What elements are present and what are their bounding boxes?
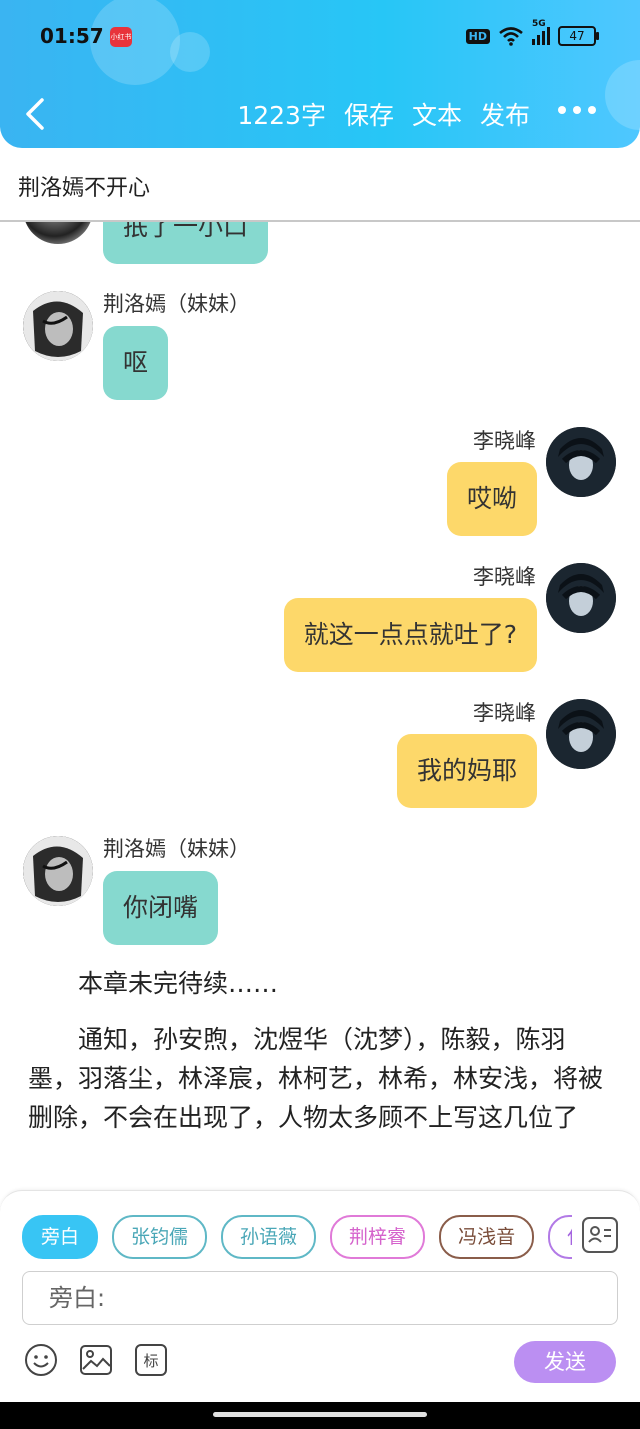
home-indicator[interactable]	[213, 1412, 427, 1417]
role-list-icon[interactable]	[582, 1217, 618, 1253]
emoji-icon[interactable]	[24, 1343, 58, 1377]
signal-label: 5G	[532, 19, 546, 29]
decor-bubble-right	[605, 60, 640, 130]
role-chip[interactable]: 孙语薇	[221, 1215, 317, 1259]
battery-indicator: 47	[558, 26, 599, 46]
status-time: 01:57	[40, 24, 104, 48]
speaker-name: 李晓峰	[473, 565, 536, 589]
chat-bubble[interactable]: 我的妈耶	[396, 734, 537, 808]
speaker-name: 荆洛嫣（妹妹）	[103, 292, 250, 316]
publish-button[interactable]: 发布	[480, 96, 530, 132]
role-selector: 旁白 张钧儒 孙语薇 荆梓睿 冯浅音 任	[22, 1215, 572, 1259]
speaker-name: 李晓峰	[473, 429, 536, 453]
speaker-name: 荆洛嫣（妹妹）	[103, 837, 250, 861]
chat-content[interactable]: 抿了一小口 荆洛嫣（妹妹） 呕 李晓峰 哎呦 李晓峰 就这一点点就吐了? 李晓峰…	[0, 222, 640, 1190]
app-badge-icon: 小红书	[110, 27, 132, 47]
word-count: 1223字	[237, 101, 326, 130]
composer-panel: 旁白 张钧儒 孙语薇 荆梓睿 冯浅音 任 标 发送	[0, 1190, 640, 1403]
role-chip[interactable]: 荆梓睿	[330, 1215, 426, 1259]
role-chip[interactable]: 张钧儒	[112, 1215, 208, 1259]
top-bar: 01:57 小红书 HD 5G 47 1223字 保存 文本 发布	[0, 0, 640, 148]
avatar	[23, 291, 93, 361]
chat-bubble[interactable]: 你闭嘴	[103, 871, 219, 945]
back-icon[interactable]	[20, 94, 50, 134]
message-input[interactable]	[47, 1272, 591, 1324]
wifi-icon	[499, 27, 523, 46]
chat-bubble[interactable]: 就这一点点就吐了?	[283, 598, 537, 672]
narration-paragraph[interactable]: 本章未完待续……	[28, 964, 608, 1003]
chat-bubble[interactable]: 呕	[103, 326, 169, 400]
narration-paragraph[interactable]: 通知，孙安煦，沈煜华（沈梦），陈毅，陈羽墨，羽落尘，林泽宸，林柯艺，林希，林安浅…	[28, 1020, 608, 1137]
avatar	[23, 836, 93, 906]
send-button[interactable]: 发送	[514, 1341, 616, 1383]
avatar	[546, 563, 616, 633]
save-button[interactable]: 保存	[344, 96, 394, 132]
svg-text:标: 标	[143, 1352, 158, 1370]
avatar	[546, 699, 616, 769]
message-input-box[interactable]	[22, 1271, 618, 1325]
avatar	[546, 427, 616, 497]
tag-icon[interactable]: 标	[134, 1343, 168, 1377]
role-chip[interactable]: 任	[548, 1215, 572, 1259]
chat-bubble[interactable]: 哎呦	[446, 462, 537, 536]
image-icon[interactable]	[79, 1343, 113, 1377]
text-button[interactable]: 文本	[412, 96, 462, 132]
header-actions: 1223字 保存 文本 发布	[237, 96, 530, 132]
signal-icon: 5G	[532, 19, 550, 45]
role-chip-narrator[interactable]: 旁白	[22, 1215, 99, 1259]
chapter-title: 荆洛嫣不开心	[18, 176, 151, 201]
avatar	[23, 222, 93, 244]
role-chip[interactable]: 冯浅音	[439, 1215, 535, 1259]
speaker-name: 李晓峰	[473, 701, 536, 725]
system-navigation-bar	[0, 1402, 640, 1429]
status-indicators: HD 5G 47	[465, 19, 599, 46]
chat-bubble[interactable]: 抿了一小口	[103, 222, 269, 264]
decor-bubble-small	[170, 32, 210, 72]
more-icon[interactable]	[558, 106, 596, 114]
hd-badge: HD	[465, 28, 490, 44]
